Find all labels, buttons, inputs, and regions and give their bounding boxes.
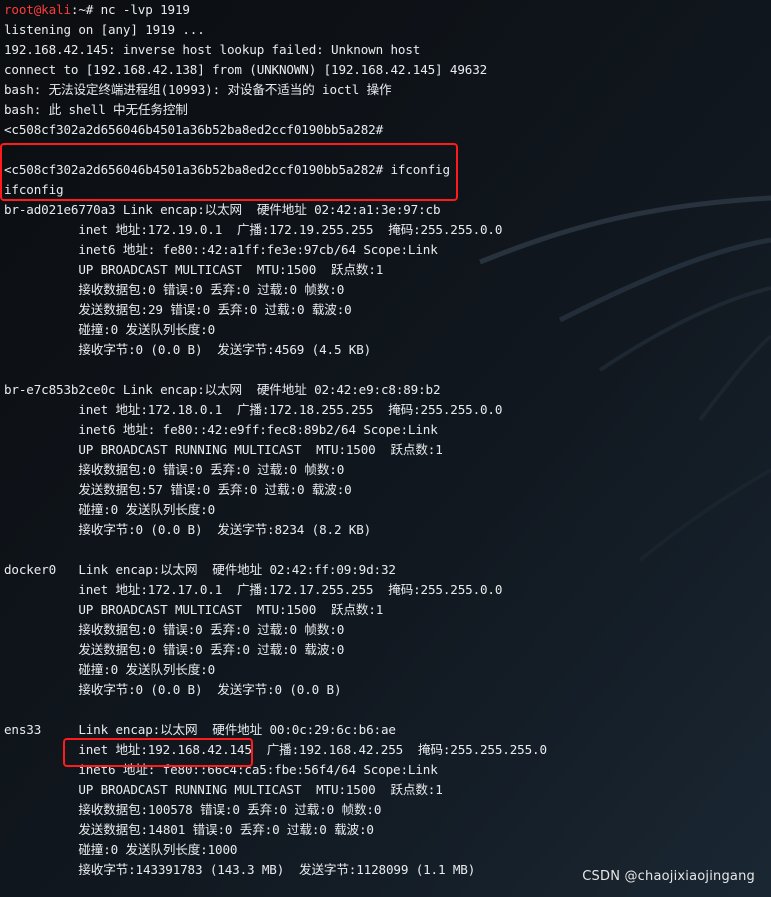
terminal-line: 192.168.42.145: inverse host lookup fail…: [4, 42, 421, 57]
terminal-line: ens33 Link encap:以太网 硬件地址 00:0c:29:6c:b6…: [4, 722, 396, 737]
prompt-command: :~# nc -lvp 1919: [70, 2, 190, 17]
terminal-line: 碰撞:0 发送队列长度:0: [4, 322, 216, 337]
terminal-line: UP BROADCAST RUNNING MULTICAST MTU:1500 …: [4, 442, 443, 457]
terminal-line: UP BROADCAST RUNNING MULTICAST MTU:1500 …: [4, 782, 443, 797]
prompt-user-host: root@kali: [4, 2, 71, 17]
terminal-line: UP BROADCAST MULTICAST MTU:1500 跃点数:1: [4, 262, 384, 277]
terminal-line: connect to [192.168.42.138] from (UNKNOW…: [4, 62, 488, 77]
csdn-watermark: CSDN @chaojixiaojingang: [582, 869, 755, 884]
ens33-inet-highlight: [63, 738, 253, 767]
ifconfig-command-highlight: [0, 143, 458, 201]
terminal-line: bash: 此 shell 中无任务控制: [4, 102, 188, 117]
terminal-line: <c508cf302a2d656046b4501a36b52ba8ed2ccf0…: [4, 122, 384, 137]
terminal-line: inet 地址:172.19.0.1 广播:172.19.255.255 掩码:…: [4, 222, 503, 237]
terminal-line: inet6 地址: fe80::42:e9ff:fec8:89b2/64 Sco…: [4, 422, 438, 437]
terminal-line: 发送数据包:57 错误:0 丢弃:0 过载:0 载波:0: [4, 482, 352, 497]
terminal-line: bash: 无法设定终端进程组(10993): 对设备不适当的 ioctl 操作: [4, 82, 392, 97]
terminal-line: 碰撞:0 发送队列长度:1000: [4, 842, 238, 857]
terminal-line: 接收数据包:0 错误:0 丢弃:0 过载:0 帧数:0: [4, 622, 345, 637]
terminal-line: 接收字节:0 (0.0 B) 发送字节:0 (0.0 B): [4, 682, 342, 697]
terminal-line: br-ad021e6770a3 Link encap:以太网 硬件地址 02:4…: [4, 202, 441, 217]
terminal-line: 接收字节:0 (0.0 B) 发送字节:8234 (8.2 KB): [4, 522, 372, 537]
prompt-line: root@kali:~# nc -lvp 1919: [4, 0, 771, 20]
terminal-line: docker0 Link encap:以太网 硬件地址 02:42:ff:09:…: [4, 562, 396, 577]
terminal-line: 接收数据包:0 错误:0 丢弃:0 过载:0 帧数:0: [4, 282, 345, 297]
terminal-line: 发送数据包:14801 错误:0 丢弃:0 过载:0 载波:0: [4, 822, 374, 837]
terminal-line: 碰撞:0 发送队列长度:0: [4, 662, 216, 677]
terminal-line: 发送数据包:29 错误:0 丢弃:0 过载:0 载波:0: [4, 302, 352, 317]
terminal-line: 接收数据包:100578 错误:0 丢弃:0 过载:0 帧数:0: [4, 802, 382, 817]
terminal-line: inet 地址:172.17.0.1 广播:172.17.255.255 掩码:…: [4, 582, 503, 597]
terminal-line: br-e7c853b2ce0c Link encap:以太网 硬件地址 02:4…: [4, 382, 441, 397]
terminal-line: listening on [any] 1919 ...: [4, 22, 205, 37]
terminal-line: 发送数据包:0 错误:0 丢弃:0 过载:0 载波:0: [4, 642, 345, 657]
terminal-line: UP BROADCAST MULTICAST MTU:1500 跃点数:1: [4, 602, 384, 617]
terminal-line: inet6 地址: fe80::42:a1ff:fe3e:97cb/64 Sco…: [4, 242, 438, 257]
terminal-line: 接收数据包:0 错误:0 丢弃:0 过载:0 帧数:0: [4, 462, 345, 477]
terminal-line: 接收字节:0 (0.0 B) 发送字节:4569 (4.5 KB): [4, 342, 372, 357]
terminal-line: inet 地址:172.18.0.1 广播:172.18.255.255 掩码:…: [4, 402, 503, 417]
terminal-line: 碰撞:0 发送队列长度:0: [4, 502, 216, 517]
